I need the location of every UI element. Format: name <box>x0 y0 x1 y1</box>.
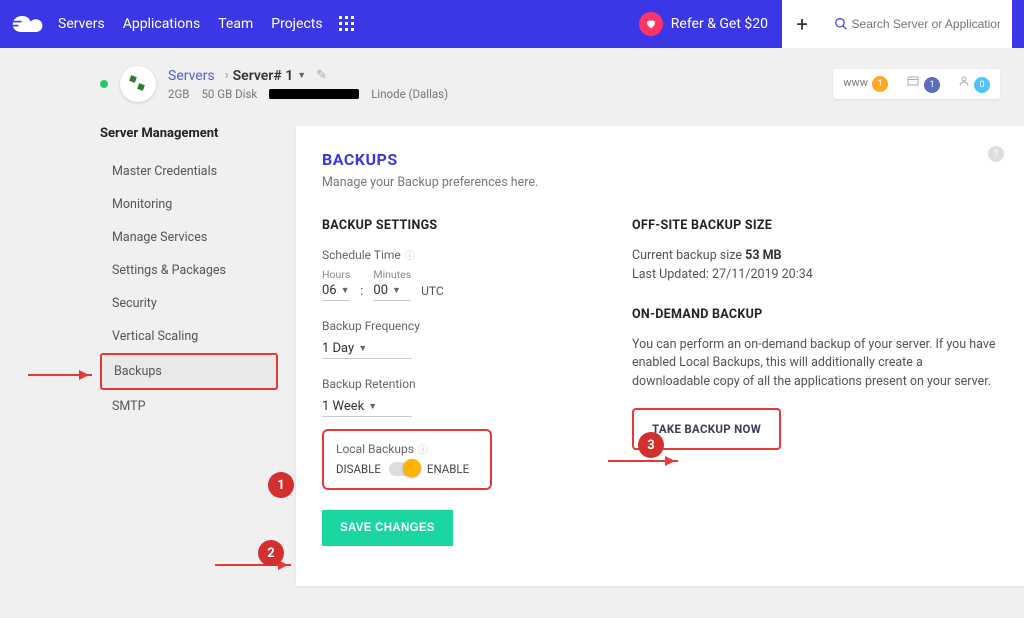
server-disk: 50 GB Disk <box>201 87 257 101</box>
sidebar-item-settings-packages[interactable]: Settings & Packages <box>100 254 278 287</box>
breadcrumb-separator: › <box>225 68 229 83</box>
sidebar-item-backups[interactable]: Backups <box>100 353 278 390</box>
minutes-select[interactable]: 00▼ <box>373 281 411 301</box>
www-badge[interactable]: www1 <box>843 76 888 92</box>
timezone-label: UTC <box>421 284 444 301</box>
search-icon <box>834 16 848 32</box>
add-button[interactable]: + <box>782 0 822 48</box>
redacted-ip <box>269 89 359 99</box>
sidebar: Server Management Master Credentials Mon… <box>100 126 278 586</box>
refer-button[interactable]: Refer & Get $20 <box>639 12 768 36</box>
server-ram: 2GB <box>168 87 189 101</box>
backup-retention-label: Backup Retention <box>322 377 582 391</box>
user-badge[interactable]: 0 <box>958 75 990 93</box>
offsite-heading: OFF-SITE BACKUP SIZE <box>632 218 998 233</box>
server-dropdown-icon[interactable]: ▼ <box>297 70 306 81</box>
help-icon[interactable]: ? <box>988 146 1004 162</box>
info-icon[interactable]: ⓘ <box>405 251 415 262</box>
take-backup-now-button[interactable]: TAKE BACKUP NOW <box>632 408 781 450</box>
breadcrumb-servers[interactable]: Servers <box>168 68 215 84</box>
sidebar-item-master-credentials[interactable]: Master Credentials <box>100 155 278 188</box>
search-box[interactable] <box>822 0 1012 48</box>
logo-icon <box>12 12 44 36</box>
last-updated: Last Updated: 27/11/2019 20:34 <box>632 267 813 282</box>
minutes-label: Minutes <box>373 268 411 281</box>
sidebar-item-vertical-scaling[interactable]: Vertical Scaling <box>100 320 278 353</box>
search-input[interactable] <box>852 17 1000 31</box>
sidebar-title: Server Management <box>100 126 278 141</box>
sidebar-item-manage-services[interactable]: Manage Services <box>100 221 278 254</box>
app-badge[interactable]: 1 <box>906 75 940 93</box>
disable-label: DISABLE <box>336 462 381 476</box>
save-changes-button[interactable]: SAVE CHANGES <box>322 510 453 546</box>
local-backups-toggle[interactable] <box>389 462 419 476</box>
schedule-time-label: Schedule Time <box>322 248 401 262</box>
nav-team[interactable]: Team <box>218 16 253 32</box>
header-badges: www1 1 0 <box>833 69 1000 99</box>
status-dot-icon <box>100 80 108 88</box>
page-subtitle: Manage your Backup preferences here. <box>322 175 998 190</box>
hours-label: Hours <box>322 268 350 281</box>
nav-servers[interactable]: Servers <box>58 16 105 32</box>
current-size-value: 53 MB <box>745 248 781 263</box>
nav-projects[interactable]: Projects <box>271 16 322 32</box>
ondemand-description: You can perform an on-demand backup of y… <box>632 336 998 392</box>
content-panel: ? BACKUPS Manage your Backup preferences… <box>296 126 1024 586</box>
apps-grid-icon[interactable] <box>339 16 355 32</box>
backup-retention-select[interactable]: 1 Week▼ <box>322 397 412 417</box>
sidebar-item-smtp[interactable]: SMTP <box>100 390 278 423</box>
edit-icon[interactable]: ✎ <box>316 68 327 83</box>
heart-icon <box>639 12 663 36</box>
nav-applications[interactable]: Applications <box>123 16 201 32</box>
top-nav: Servers Applications Team Projects Refer… <box>0 0 1024 48</box>
backup-frequency-label: Backup Frequency <box>322 319 582 333</box>
page-title: BACKUPS <box>322 150 998 169</box>
server-header: Servers › Server# 1 ▼ ✎ 2GB 50 GB Disk L… <box>0 48 1024 112</box>
refer-label: Refer & Get $20 <box>671 16 768 32</box>
backup-settings-heading: BACKUP SETTINGS <box>322 218 582 233</box>
sidebar-item-security[interactable]: Security <box>100 287 278 320</box>
backup-frequency-select[interactable]: 1 Day▼ <box>322 339 412 359</box>
current-size-label: Current backup size <box>632 248 742 263</box>
hours-select[interactable]: 06▼ <box>322 281 350 301</box>
server-avatar-icon <box>120 66 156 102</box>
server-name[interactable]: Server# 1 <box>233 68 294 84</box>
sidebar-item-monitoring[interactable]: Monitoring <box>100 188 278 221</box>
user-icon <box>958 75 970 87</box>
nav-links: Servers Applications Team Projects <box>58 16 323 32</box>
info-icon[interactable]: ⓘ <box>418 445 428 456</box>
server-provider: Linode (Dallas) <box>371 87 448 101</box>
enable-label: ENABLE <box>427 462 469 476</box>
window-icon <box>906 75 920 87</box>
ondemand-heading: ON-DEMAND BACKUP <box>632 307 998 322</box>
local-backups-box: Local Backups ⓘ DISABLE ENABLE <box>322 429 492 490</box>
local-backups-label: Local Backups <box>336 442 414 456</box>
